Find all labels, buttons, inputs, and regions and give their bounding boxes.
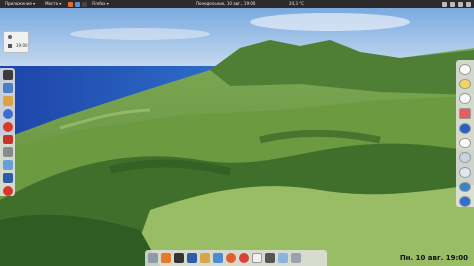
volume-icon[interactable] [450,1,455,7]
browser-icon[interactable] [226,253,236,263]
left-dock [0,68,15,197]
document-icon[interactable] [2,95,13,106]
settings2-icon[interactable] [459,166,471,178]
mail-launcher-icon[interactable] [75,1,81,7]
files-icon[interactable] [148,253,158,263]
update-icon[interactable] [459,181,471,193]
widget-dot-icon [8,35,12,39]
mail-icon[interactable] [213,253,223,263]
weather-indicator[interactable]: 24,3 °C [289,0,304,8]
terminal-icon[interactable] [174,253,184,263]
clock-app-icon[interactable] [459,64,471,75]
chrome-icon[interactable] [239,253,249,263]
gauge-icon[interactable] [459,93,471,105]
user-icon[interactable] [466,1,471,7]
terminal-icon[interactable] [2,70,13,80]
settings-icon[interactable] [2,147,13,158]
desktop-datetime: Пн. 10 авг. 19:00 [399,254,468,262]
panel-launchers [68,1,88,7]
store-icon[interactable] [161,253,171,263]
folder-icon[interactable] [200,253,210,263]
clock-widget[interactable]: 19:00 [3,31,29,53]
widget-time: 19:00 [16,43,28,48]
image-icon[interactable] [2,160,13,171]
widget-settings-icon[interactable] [8,44,12,48]
media-icon[interactable] [265,253,275,263]
places-menu[interactable]: Места ▾ [40,0,66,8]
cherry-icon[interactable] [2,134,13,145]
browser-launcher-icon[interactable] [68,1,74,7]
right-dock [456,60,474,208]
top-panel: Приложения ▾ Места ▾ Firefox ▾ Понедельн… [0,0,474,8]
cd-icon[interactable] [459,152,471,163]
clock2-icon[interactable] [459,137,471,149]
applications-menu[interactable]: Приложения ▾ [0,0,40,8]
power-icon[interactable] [2,186,13,197]
system-tray [442,1,471,7]
battery-icon[interactable] [458,1,463,7]
panel-clock[interactable]: Понедельник, 10 авг., 19:00 [196,0,255,8]
document-icon[interactable] [252,253,262,263]
desktop-wallpaper [0,0,474,266]
network-icon[interactable] [459,122,471,134]
system-icon[interactable] [459,196,471,208]
files-icon[interactable] [2,82,13,93]
apple-icon[interactable] [2,121,13,132]
photos-icon[interactable] [459,108,471,119]
bottom-dock [145,250,327,266]
help-icon[interactable] [2,108,13,119]
monitor-icon[interactable] [2,173,13,184]
trash-icon[interactable] [291,253,301,263]
network-icon[interactable] [442,1,447,7]
browser-menu[interactable]: Firefox ▾ [87,0,114,8]
weather-icon[interactable] [459,78,471,90]
virtualbox-icon[interactable] [187,253,197,263]
text-icon[interactable] [278,253,288,263]
